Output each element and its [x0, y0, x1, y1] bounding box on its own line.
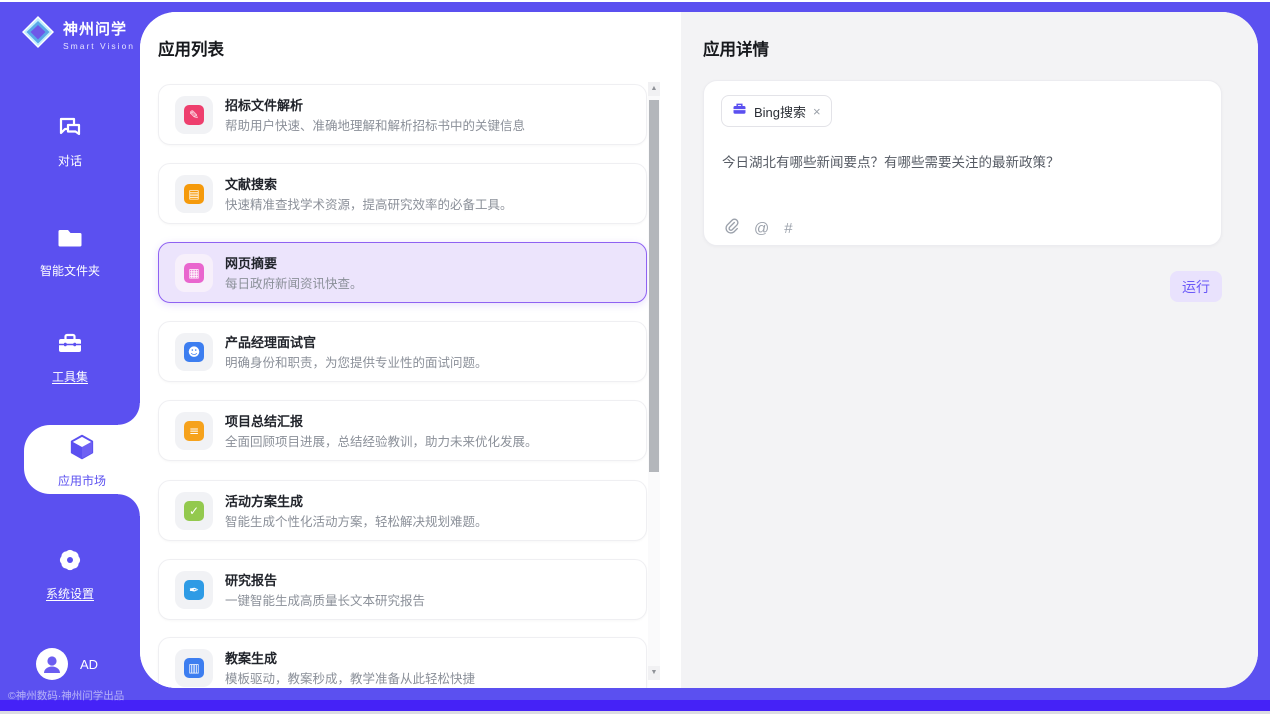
app-card-title: 研究报告	[225, 570, 277, 589]
editor-toolbar: @ #	[722, 217, 793, 239]
app-card-desc: 明确身份和职责，为您提供专业性的面试问题。	[225, 352, 488, 371]
app-card-title: 产品经理面试官	[225, 332, 316, 351]
app-card-project-summary[interactable]: ≡ 项目总结汇报 全面回顾项目进展，总结经验教训，助力未来优化发展。	[158, 400, 647, 461]
sidebar-item-smart-folder[interactable]: 智能文件夹	[0, 224, 140, 280]
list-scrollbar[interactable]: ▲ ▼	[648, 82, 660, 680]
clipboard-check-icon: ✓	[175, 492, 213, 530]
books-icon: ▥	[175, 649, 213, 687]
sidebar-item-toolset[interactable]: 工具集	[0, 330, 140, 386]
app-card-desc: 每日政府新闻资讯快查。	[225, 273, 363, 292]
tool-tag-label: Bing搜索	[754, 102, 806, 121]
folder-icon	[0, 224, 140, 257]
mention-icon[interactable]: @	[754, 220, 769, 237]
app-list-title: 应用列表	[158, 36, 224, 60]
gear-icon	[0, 545, 140, 580]
webpage-icon: ▦	[175, 254, 213, 292]
sidebar-item-settings[interactable]: 系统设置	[0, 545, 140, 603]
scroll-up-icon[interactable]: ▲	[648, 82, 660, 96]
brand-name: 神州问学	[63, 18, 135, 39]
scrollbar-thumb[interactable]	[649, 100, 659, 472]
app-detail-panel: 应用详情 Bing搜索 × 今日湖北有哪些新闻要点？有哪些需要关注的最新政策？	[681, 12, 1258, 688]
app-card-desc: 快速精准查找学术资源，提高研究效率的必备工具。	[225, 194, 513, 213]
app-card-pm-interviewer[interactable]: ☻ 产品经理面试官 明确身份和职责，为您提供专业性的面试问题。	[158, 321, 647, 382]
sidebar-footer-text: ©神州数码·神州问学出品	[8, 688, 140, 703]
tool-tag-bing-search[interactable]: Bing搜索 ×	[721, 95, 832, 127]
app-card-lesson-plan[interactable]: ▥ 教案生成 模板驱动，教案秒成，教学准备从此轻松快捷	[158, 637, 647, 688]
toolbox-icon	[0, 330, 140, 363]
sidebar-item-label: 对话	[58, 152, 82, 169]
sidebar-item-app-market[interactable]: 应用市场	[24, 432, 140, 490]
sidebar-item-label: 系统设置	[46, 585, 94, 602]
app-card-research-report[interactable]: ✒ 研究报告 一键智能生成高质量长文本研究报告	[158, 559, 647, 620]
user-avatar-icon	[36, 648, 68, 680]
close-icon[interactable]: ×	[813, 105, 821, 118]
interviewer-icon: ☻	[175, 333, 213, 371]
attachment-icon[interactable]	[722, 217, 739, 239]
sidebar-item-label: 工具集	[52, 368, 88, 385]
bubble-curve-bottom	[118, 494, 140, 516]
app-card-title: 文献搜索	[225, 174, 277, 193]
user-account[interactable]: AD	[36, 648, 98, 680]
bottom-accent-bar	[0, 700, 1270, 711]
app-card-event-plan[interactable]: ✓ 活动方案生成 智能生成个性化活动方案，轻松解决规划难题。	[158, 480, 647, 541]
app-card-title: 项目总结汇报	[225, 411, 303, 430]
app-card-desc: 全面回顾项目进展，总结经验教训，助力未来优化发展。	[225, 431, 538, 450]
sidebar-item-label: 应用市场	[58, 472, 106, 489]
app-card-list: ✎ 招标文件解析 帮助用户快速、准确地理解和解析招标书中的关键信息 ▤ 文献搜索…	[158, 84, 647, 688]
bubble-curve-top	[118, 403, 140, 425]
app-card-literature-search[interactable]: ▤ 文献搜索 快速精准查找学术资源，提高研究效率的必备工具。	[158, 163, 647, 224]
app-detail-title: 应用详情	[703, 36, 769, 60]
brand-subtitle: Smart Vision	[63, 41, 135, 51]
scroll-down-icon[interactable]: ▼	[648, 666, 660, 680]
summary-icon: ≡	[175, 412, 213, 450]
report-pen-icon: ✒	[175, 571, 213, 609]
app-card-title: 招标文件解析	[225, 95, 303, 114]
app-card-title: 活动方案生成	[225, 491, 303, 510]
sidebar-item-chat[interactable]: 对话	[0, 114, 140, 170]
chat-icon	[0, 114, 140, 147]
diamond-logo-icon	[20, 14, 56, 55]
book-icon: ▤	[175, 175, 213, 213]
briefcase-icon	[732, 101, 747, 121]
app-card-title: 网页摘要	[225, 253, 277, 272]
app-list-panel: 应用列表 ✎ 招标文件解析 帮助用户快速、准确地理解和解析招标书中的关键信息 ▤…	[140, 12, 681, 688]
app-card-tender-analysis[interactable]: ✎ 招标文件解析 帮助用户快速、准确地理解和解析招标书中的关键信息	[158, 84, 647, 145]
hash-icon[interactable]: #	[784, 220, 792, 237]
app-card-webpage-summary[interactable]: ▦ 网页摘要 每日政府新闻资讯快查。	[158, 242, 647, 303]
app-card-desc: 一键智能生成高质量长文本研究报告	[225, 590, 425, 609]
user-name: AD	[80, 657, 98, 672]
query-editor-card[interactable]: Bing搜索 × 今日湖北有哪些新闻要点？有哪些需要关注的最新政策？ @ #	[703, 80, 1222, 246]
app-card-desc: 帮助用户快速、准确地理解和解析招标书中的关键信息	[225, 115, 525, 134]
app-card-desc: 智能生成个性化活动方案，轻松解决规划难题。	[225, 511, 488, 530]
sidebar: 神州问学 Smart Vision 对话 智能文件夹	[0, 2, 140, 700]
content-shell: 应用列表 ✎ 招标文件解析 帮助用户快速、准确地理解和解析招标书中的关键信息 ▤…	[140, 12, 1258, 688]
app-card-title: 教案生成	[225, 648, 277, 667]
brand-logo: 神州问学 Smart Vision	[20, 14, 135, 55]
sidebar-item-label: 智能文件夹	[40, 262, 100, 279]
query-text[interactable]: 今日湖北有哪些新闻要点？有哪些需要关注的最新政策？	[722, 151, 1202, 171]
cube-icon	[24, 432, 140, 467]
app-card-desc: 模板驱动，教案秒成，教学准备从此轻松快捷	[225, 668, 475, 687]
run-button[interactable]: 运行	[1170, 271, 1222, 302]
doc-edit-icon: ✎	[175, 96, 213, 134]
